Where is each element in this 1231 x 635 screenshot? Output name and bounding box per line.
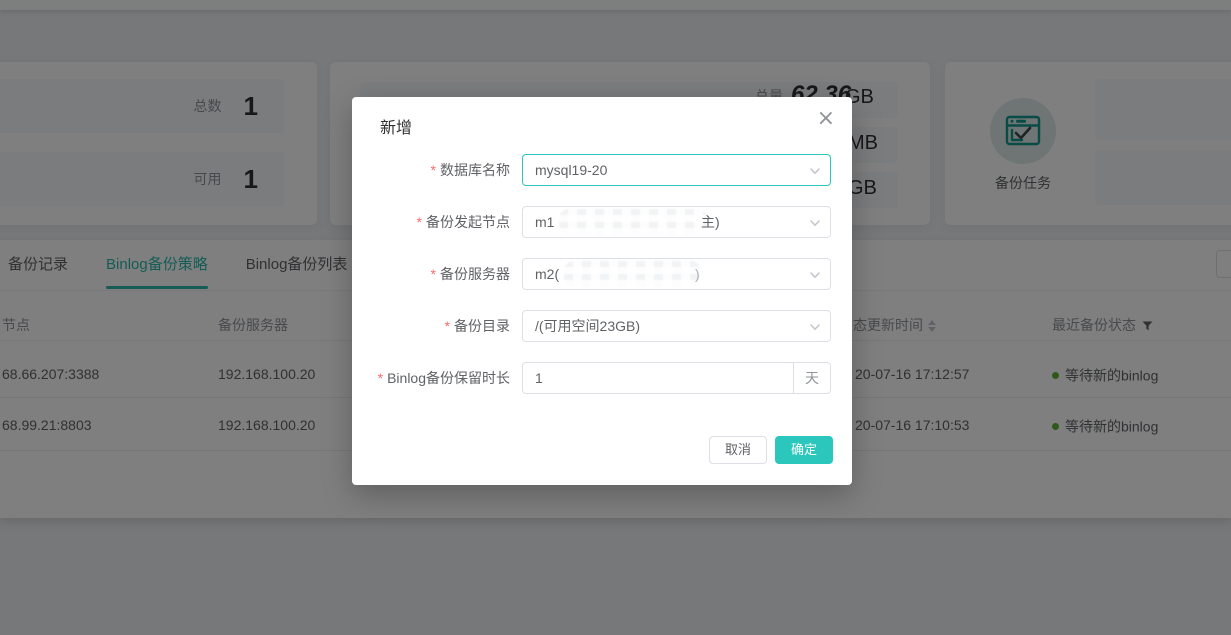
required-asterisk: * [430, 162, 436, 178]
database-name-value: mysql19-20 [535, 162, 608, 178]
field-label: 备份目录 [454, 318, 510, 334]
backup-server-select[interactable]: m2( ) [522, 258, 831, 290]
source-node-prefix: m1 [535, 214, 555, 230]
cancel-button[interactable]: 取消 [708, 436, 767, 464]
chevron-down-icon [810, 220, 820, 226]
source-node-suffix: 主) [701, 214, 720, 230]
field-label: 备份发起节点 [426, 214, 510, 230]
required-asterisk: * [430, 266, 436, 282]
modal-footer: 取消 确定 [708, 436, 833, 464]
required-asterisk: * [377, 370, 384, 386]
field-label: 备份服务器 [440, 266, 510, 282]
field-retention-duration: *Binlog备份保留时长 天 [352, 362, 852, 394]
retention-input-group: 天 [522, 362, 831, 394]
modal-title: 新增 [380, 120, 413, 137]
field-label: Binlog备份保留时长 [387, 370, 510, 386]
backup-server-prefix: m2( [535, 266, 560, 282]
chevron-down-icon [810, 168, 820, 174]
chevron-down-icon [810, 272, 820, 278]
redacted-blur-patch [564, 261, 701, 287]
backup-dir-value: /(可用空间23GB) [535, 318, 641, 334]
field-source-node: * 备份发起节点 m1 主) [352, 206, 852, 238]
backup-server-suffix: ) [695, 266, 700, 282]
required-asterisk: * [416, 214, 422, 230]
retention-input[interactable] [523, 363, 795, 393]
confirm-button[interactable]: 确定 [774, 436, 833, 464]
close-icon[interactable]: × [817, 108, 835, 130]
chevron-down-icon [810, 324, 820, 330]
field-backup-server: * 备份服务器 m2( ) [352, 258, 852, 290]
field-label: 数据库名称 [440, 162, 510, 178]
redacted-blur-patch [559, 209, 707, 235]
required-asterisk: * [444, 318, 450, 334]
add-policy-modal: 新增 × * 数据库名称 mysql19-20 * 备份发起节点 m1 主) * 备份… [352, 97, 852, 485]
field-database-name: * 数据库名称 mysql19-20 [352, 154, 852, 186]
field-backup-dir: * 备份目录 /(可用空间23GB) [352, 310, 852, 342]
retention-unit: 天 [793, 363, 830, 393]
backup-dir-select[interactable]: /(可用空间23GB) [522, 310, 831, 342]
database-name-select[interactable]: mysql19-20 [522, 154, 831, 186]
source-node-select[interactable]: m1 主) [522, 206, 831, 238]
